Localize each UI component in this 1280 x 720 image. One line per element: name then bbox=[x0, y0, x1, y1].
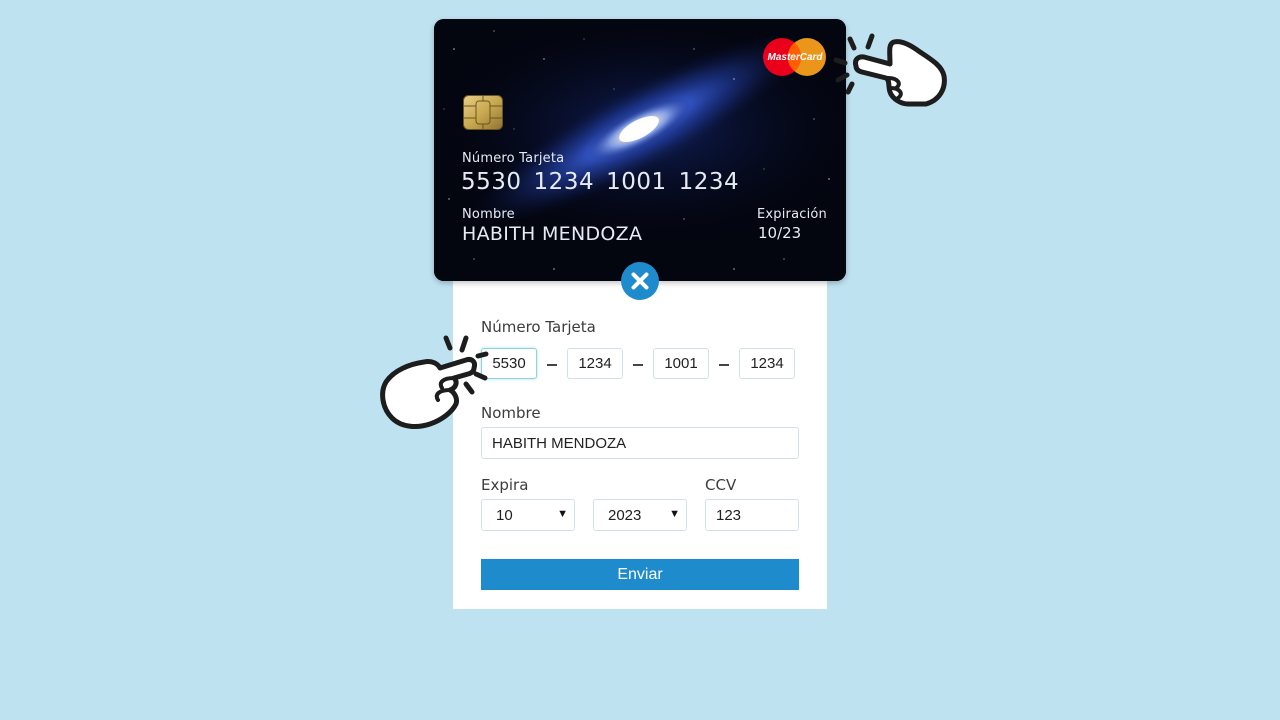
card-number-field-label: Número Tarjeta bbox=[481, 318, 596, 336]
card-number-group-2: 1234 bbox=[533, 169, 595, 195]
number-separator bbox=[719, 364, 729, 366]
card-number-group-3: 1001 bbox=[606, 169, 667, 195]
card-number-group-4: 1234 bbox=[678, 169, 740, 195]
name-input[interactable] bbox=[481, 427, 799, 459]
card-form: Número Tarjeta Nombre Expira 10 ▼ 2023 ▼… bbox=[453, 280, 827, 609]
close-form-button[interactable] bbox=[621, 262, 659, 300]
card-number-input-4[interactable] bbox=[739, 348, 795, 379]
submit-button[interactable]: Enviar bbox=[481, 559, 799, 590]
pointing-hand-icon bbox=[380, 335, 489, 429]
dropdown-arrow-icon: ▼ bbox=[557, 508, 568, 520]
chip-icon bbox=[463, 95, 503, 130]
card-number-group-1: 5530 bbox=[461, 169, 522, 195]
number-separator bbox=[547, 364, 557, 366]
ccv-input[interactable] bbox=[705, 499, 799, 531]
card-expiry-label: Expiración bbox=[756, 207, 827, 222]
card-number-input-2[interactable] bbox=[567, 348, 623, 379]
expiry-month-value: 10 bbox=[496, 507, 513, 524]
card-number-label: Número Tarjeta bbox=[462, 151, 565, 166]
mastercard-logo: MasterCard bbox=[763, 38, 826, 76]
number-separator bbox=[633, 364, 643, 366]
close-icon bbox=[631, 272, 649, 290]
ccv-field-label: CCV bbox=[705, 476, 737, 494]
expiry-month-select[interactable]: 10 ▼ bbox=[481, 499, 575, 531]
card-number: 5530 1234 1001 1234 bbox=[461, 169, 751, 195]
dropdown-arrow-icon: ▼ bbox=[669, 508, 680, 520]
pointing-hand-icon bbox=[833, 33, 947, 107]
card-expiry: 10/23 bbox=[758, 224, 802, 242]
card-name-label: Nombre bbox=[462, 207, 515, 222]
expiry-year-value: 2023 bbox=[608, 507, 642, 524]
credit-card-preview[interactable]: MasterCard Número Tarjeta 5530 1234 1001 12… bbox=[434, 19, 846, 281]
card-holder-name: HABITH MENDOZA bbox=[462, 223, 643, 245]
card-number-input-3[interactable] bbox=[653, 348, 709, 379]
app-root: MasterCard Número Tarjeta 5530 1234 1001 12… bbox=[0, 0, 1280, 720]
mastercard-wordmark: MasterCard bbox=[767, 52, 823, 63]
expiry-field-label: Expira bbox=[481, 476, 529, 494]
expiry-year-select[interactable]: 2023 ▼ bbox=[593, 499, 687, 531]
